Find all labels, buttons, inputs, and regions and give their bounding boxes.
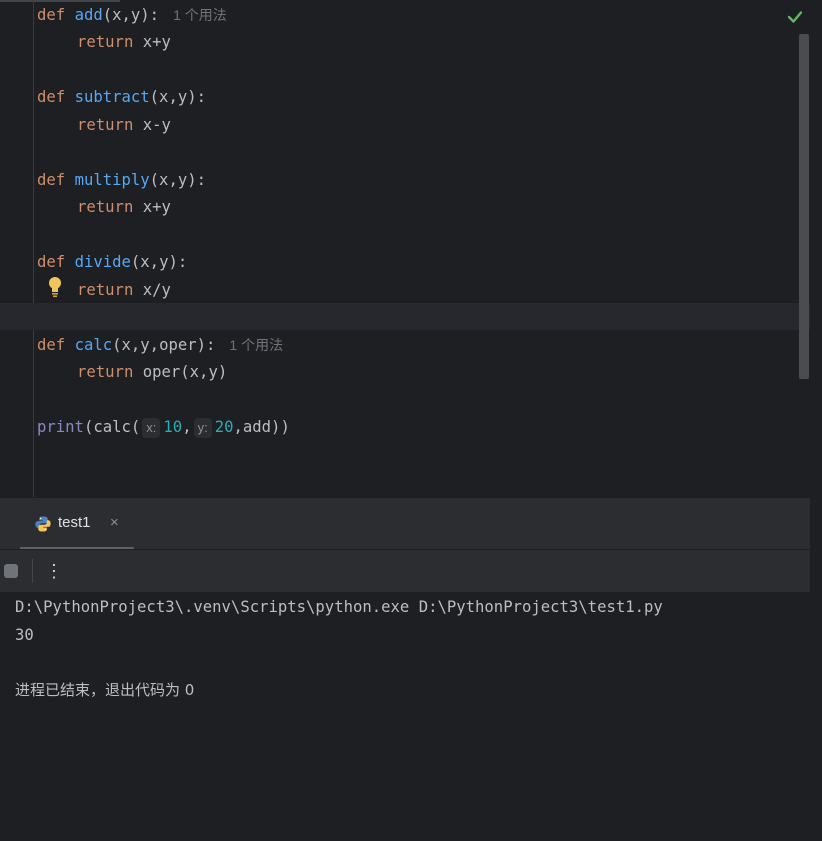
python-icon	[35, 516, 51, 532]
code-line-15[interactable]: return oper(x,y)	[77, 361, 227, 383]
code-text: x+y	[133, 33, 171, 51]
code-line-4[interactable]: def subtract(x,y):	[37, 86, 206, 108]
run-panel-header: test1 ×	[0, 497, 822, 550]
code-line-7[interactable]: def multiply(x,y):	[37, 169, 206, 191]
code-text: oper(x,y)	[133, 363, 228, 381]
function-name: multiply	[74, 171, 150, 189]
parameter-hint-x: x:	[142, 418, 161, 438]
code-text: ,add))	[233, 418, 290, 436]
tab-label: test1	[58, 514, 91, 531]
function-name: add	[74, 6, 103, 24]
usage-hint[interactable]: 1 个用法	[229, 337, 283, 353]
code-line-2[interactable]: return x+y	[77, 31, 171, 53]
panel-right-edge	[810, 497, 822, 841]
code-text: x/y	[133, 281, 171, 299]
code-editor[interactable]: def add(x,y): 1 个用法 return x+y def subtra…	[0, 0, 822, 497]
code-line-11[interactable]: return x/y	[77, 279, 171, 301]
close-icon[interactable]: ×	[110, 514, 119, 531]
lightbulb-icon[interactable]	[47, 276, 63, 298]
console-command-line: D:\PythonProject3\.venv\Scripts\python.e…	[15, 598, 663, 616]
code-text: (calc(	[83, 418, 141, 436]
keyword: return	[77, 116, 134, 134]
keyword: def	[37, 6, 66, 24]
code-text: (x,y,oper):	[112, 336, 216, 354]
function-name: calc	[74, 336, 113, 354]
keyword: return	[77, 281, 134, 299]
code-line-8[interactable]: return x+y	[77, 196, 171, 218]
number-literal: 20	[214, 418, 234, 436]
stop-button[interactable]	[4, 564, 18, 578]
function-name: divide	[74, 253, 131, 271]
keyword: return	[77, 33, 134, 51]
more-options-button[interactable]: ⋮	[45, 559, 63, 583]
code-line-17[interactable]: print(calc(x: 10, y: 20,add))	[37, 416, 290, 438]
keyword: def	[37, 253, 66, 271]
console-output[interactable]: D:\PythonProject3\.venv\Scripts\python.e…	[0, 592, 822, 841]
number-literal: 10	[163, 418, 183, 436]
code-text: (x,y):	[130, 253, 188, 271]
builtin-name: print	[37, 418, 84, 436]
parameter-hint-y: y:	[193, 418, 212, 438]
code-text: (x,y):	[102, 6, 160, 24]
code-text: (x,y):	[149, 88, 207, 106]
code-line-10[interactable]: def divide(x,y):	[37, 251, 187, 273]
function-name: subtract	[74, 88, 150, 106]
console-exit-message: 进程已结束，退出代码为 0	[15, 681, 195, 699]
code-text: ,	[182, 418, 192, 436]
editor-scrollbar[interactable]	[799, 34, 809, 379]
toolbar-separator	[32, 559, 33, 583]
current-line-highlight	[0, 303, 810, 330]
code-line-1[interactable]: def add(x,y): 1 个用法	[37, 4, 227, 26]
keyword: def	[37, 88, 66, 106]
check-icon[interactable]	[786, 8, 804, 26]
keyword: return	[77, 363, 134, 381]
run-toolbar: ⋮	[0, 550, 822, 592]
usage-hint[interactable]: 1 个用法	[173, 7, 227, 23]
code-line-5[interactable]: return x-y	[77, 114, 171, 136]
code-line-14[interactable]: def calc(x,y,oper): 1 个用法	[37, 334, 283, 356]
run-tab-test1[interactable]: test1 ×	[20, 498, 134, 550]
gutter-divider	[33, 0, 34, 497]
editor-tab-strip	[0, 0, 120, 2]
keyword: def	[37, 171, 66, 189]
keyword: def	[37, 336, 66, 354]
code-text: x+y	[133, 198, 171, 216]
console-output-line: 30	[15, 626, 34, 644]
code-text: (x,y):	[149, 171, 207, 189]
code-text: x-y	[133, 116, 171, 134]
keyword: return	[77, 198, 134, 216]
